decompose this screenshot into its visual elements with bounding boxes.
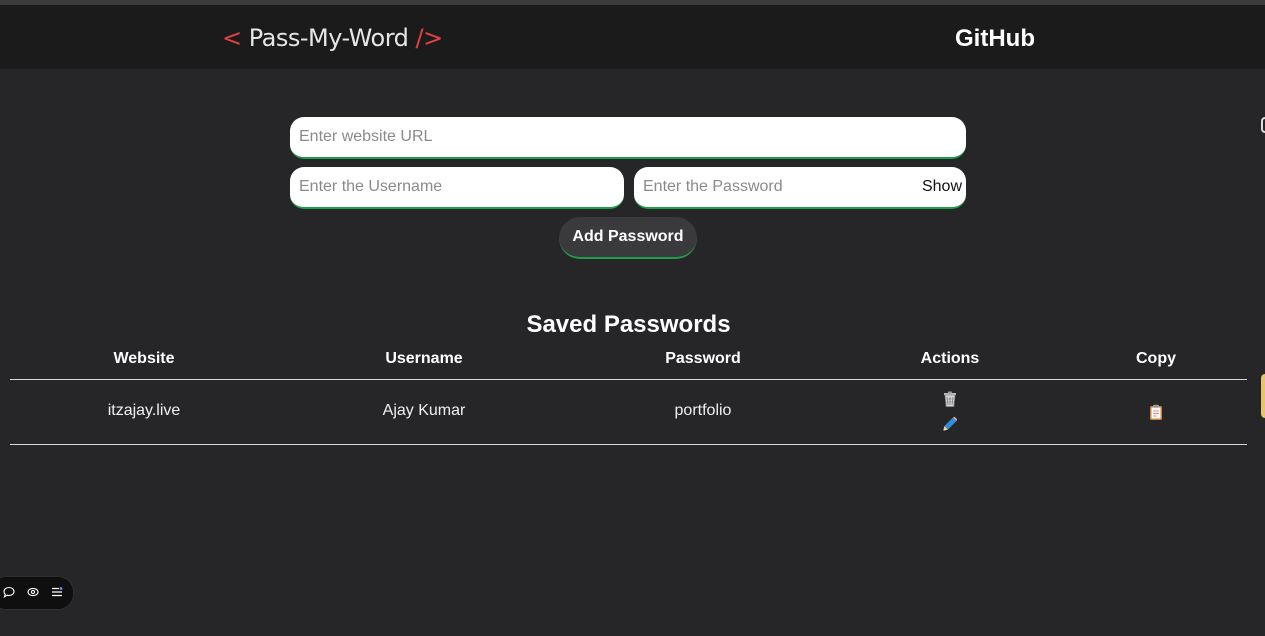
edge-side-tab[interactable] bbox=[1261, 374, 1265, 418]
logo-text: Pass-My-Word bbox=[241, 24, 416, 52]
header-copy: Copy bbox=[1136, 350, 1176, 367]
cell-username: Ajay Kumar bbox=[382, 402, 466, 419]
header-website: Website bbox=[113, 350, 175, 367]
floating-toolbar-widget bbox=[0, 576, 74, 610]
header-actions: Actions bbox=[920, 350, 980, 367]
app-logo[interactable]: < Pass-My-Word /> bbox=[222, 24, 443, 52]
add-password-button[interactable]: Add Password bbox=[559, 217, 697, 259]
saved-passwords-title: Saved Passwords bbox=[526, 311, 731, 338]
navbar: < Pass-My-Word /> GitHub bbox=[0, 5, 1265, 69]
clipboard-icon[interactable] bbox=[1148, 404, 1164, 420]
logo-open-bracket: < bbox=[222, 24, 242, 52]
header-password: Password bbox=[665, 350, 741, 367]
edge-toggle-icon[interactable] bbox=[1261, 117, 1265, 133]
website-url-input[interactable] bbox=[299, 117, 955, 157]
cell-password: portfolio bbox=[674, 402, 732, 419]
table-header-divider bbox=[10, 379, 1247, 380]
trash-icon[interactable] bbox=[942, 391, 958, 407]
eye-icon[interactable] bbox=[27, 586, 39, 598]
edit-pen-icon[interactable] bbox=[942, 416, 958, 432]
cell-website: itzajay.live bbox=[107, 402, 181, 419]
menu-icon[interactable] bbox=[51, 586, 63, 598]
password-input[interactable] bbox=[643, 167, 913, 207]
username-input[interactable] bbox=[299, 167, 613, 207]
table-row-divider bbox=[10, 444, 1247, 445]
show-password-toggle[interactable]: Show bbox=[922, 178, 962, 196]
password-field: Show bbox=[634, 167, 966, 209]
github-link[interactable]: GitHub bbox=[955, 25, 1035, 53]
comment-icon[interactable] bbox=[3, 586, 15, 598]
website-url-field bbox=[290, 117, 966, 159]
username-field bbox=[290, 167, 624, 209]
header-username: Username bbox=[385, 350, 463, 367]
logo-close-bracket: /> bbox=[415, 24, 444, 52]
